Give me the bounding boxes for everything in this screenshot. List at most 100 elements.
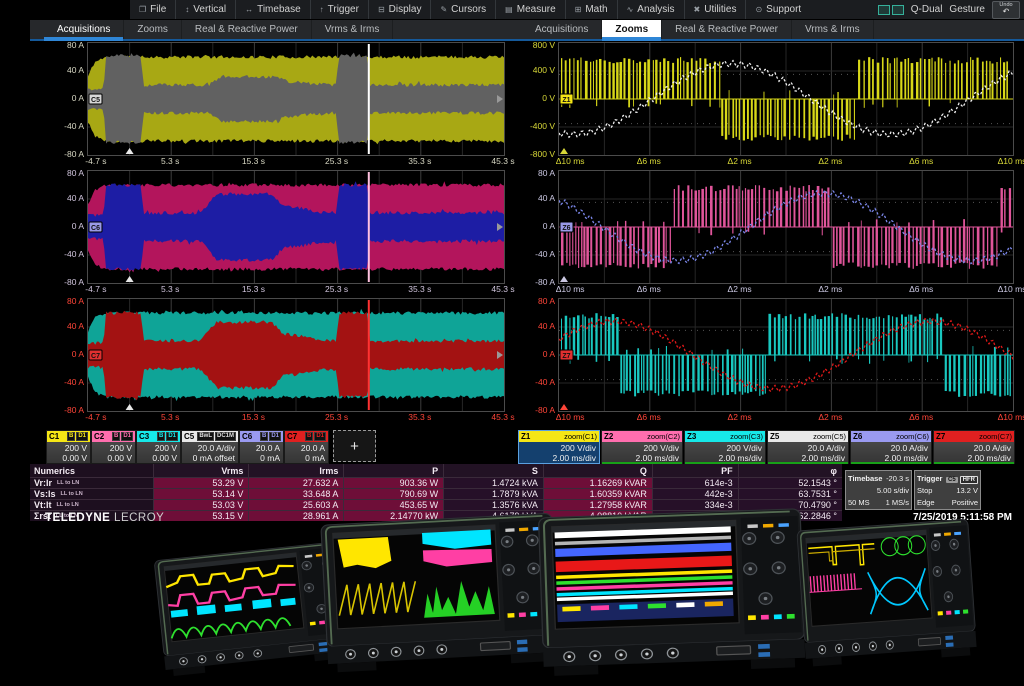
channel-value: 20.0 A <box>301 443 325 453</box>
menu-item-measure[interactable]: ▤Measure <box>495 0 564 19</box>
channel-value: 200 V <box>65 443 87 453</box>
zoom-header: Z2zoom(C2) <box>602 431 682 442</box>
x-axis-labels: Δ10 msΔ6 msΔ2 msΔ2 msΔ6 msΔ10 ms <box>558 282 1012 296</box>
y-tick-label: -40 A <box>535 249 555 259</box>
zoom-box-z3[interactable]: Z3zoom(C3)200 V/div2.00 ms/div <box>684 430 766 464</box>
y-axis-labels: 800 V400 V0 V-400 V-800 V <box>514 42 558 154</box>
zoom-box-z7[interactable]: Z7zoom(C7)20.0 A/div2.00 ms/div <box>933 430 1015 464</box>
utilities-icon: ✖ <box>694 5 701 14</box>
vertical-icon: ↕ <box>185 5 189 14</box>
acquisition-plot-c1-c5[interactable]: C5 <box>87 42 505 156</box>
y-axis-labels: 80 A40 A0 A-40 A-80 A <box>45 298 87 410</box>
y-tick-label: 80 A <box>67 168 84 178</box>
channel-box-c1[interactable]: C1BD1200 V0.00 V <box>46 430 91 464</box>
numerics-value: 1.16269 kVAR <box>543 478 652 488</box>
undo-button[interactable]: Undo ↶ <box>992 1 1020 19</box>
trigger-source-badge: HFR <box>960 476 978 484</box>
menu-item-timebase[interactable]: ↔Timebase <box>235 0 310 19</box>
y-tick-label: -80 A <box>535 405 555 415</box>
add-trace-button[interactable]: + <box>333 430 376 462</box>
tab-vrms-irms[interactable]: Vrms & Irms <box>312 20 394 39</box>
channel-id: C5 <box>184 432 194 441</box>
menu-item-cursors[interactable]: ✎Cursors <box>430 0 495 19</box>
numerics-value: 33.648 A <box>248 489 343 499</box>
numerics-value: 1.27958 kVAR <box>543 500 652 510</box>
menu-item-label: File <box>150 4 166 15</box>
trigger-icon: ↑ <box>320 5 324 14</box>
y-tick-label: 40 A <box>67 321 84 331</box>
menu-item-support[interactable]: ⊙Support <box>745 0 810 19</box>
menu-item-analysis[interactable]: ∿Analysis <box>617 0 684 19</box>
y-axis-labels: 80 A40 A0 A-40 A-80 A <box>45 42 87 154</box>
oscilloscope-screen: ❐ File ↕Vertical↔Timebase↑Trigger⊟Display✎… <box>0 0 1024 686</box>
zoom-box-z2[interactable]: Z2zoom(C2)200 V/div2.00 ms/div <box>601 430 683 464</box>
numerics-value: 52.1543 ° <box>738 478 842 488</box>
acquisition-plot-c2-c6[interactable]: C6 <box>87 170 505 284</box>
zoom-value: 200 V/div <box>644 443 679 453</box>
menu-item-file[interactable]: ❐ File <box>130 0 175 19</box>
zoom-header: Z1 zoom(C1) <box>519 431 599 442</box>
x-tick-label: Δ6 ms <box>909 156 933 166</box>
acquisition-plot-c3-c7[interactable]: C7 <box>87 298 505 412</box>
tab-zooms[interactable]: Zooms <box>124 20 182 39</box>
numerics-row-vsis: Vs:IsLL to LN53.14 V33.648 A790.69 W1.78… <box>30 488 842 499</box>
undo-icon: ↶ <box>1003 8 1010 16</box>
channel-badge: BwL <box>197 432 214 441</box>
menu-item-display[interactable]: ⊟Display <box>368 0 431 19</box>
tab-real-reactive-power[interactable]: Real & Reactive Power <box>662 20 792 39</box>
zoom-source: zoom(C1) <box>564 432 597 441</box>
zoom-value: 2.00 ms/div <box>636 453 679 463</box>
tab-acquisitions[interactable]: Acquisitions <box>44 20 124 39</box>
q-dual-label[interactable]: Q-Dual <box>911 4 943 15</box>
y-tick-label: -40 A <box>64 121 84 131</box>
file-icon: ❐ <box>139 5 146 14</box>
zoom-value: 20.0 A/div <box>808 443 845 453</box>
channel-value: 0.00 V <box>107 453 132 463</box>
y-tick-label: -80 A <box>64 149 84 159</box>
numerics-col-header: P <box>343 464 443 477</box>
numerics-value: 442e-3 <box>652 489 738 499</box>
y-tick-label: -40 A <box>535 377 555 387</box>
zoom-value: 2.00 ms/div <box>885 453 928 463</box>
channel-box-c5[interactable]: C5BwLDC1M20.0 A/div0 mA offset <box>181 430 239 464</box>
zoom-box-z6[interactable]: Z6zoom(C6)20.0 A/div2.00 ms/div <box>850 430 932 464</box>
x-tick-label: Δ2 ms <box>728 156 752 166</box>
tab-zooms[interactable]: Zooms <box>602 20 662 39</box>
zoom-plot-z1-z5[interactable]: Z1 <box>558 42 1014 156</box>
x-tick-label: Δ10 ms <box>998 156 1024 166</box>
channel-box-c7[interactable]: C7BD120.0 A0 mA <box>284 430 329 464</box>
channel-box-c3[interactable]: C3BD1200 V0.00 V <box>136 430 181 464</box>
tab-vrms-irms[interactable]: Vrms & Irms <box>792 20 874 39</box>
tab-real-reactive-power[interactable]: Real & Reactive Power <box>182 20 312 39</box>
menu-item-math[interactable]: ⊞Math <box>565 0 617 19</box>
gesture-label[interactable]: Gesture <box>949 4 985 15</box>
x-axis-labels: Δ10 msΔ6 msΔ2 msΔ2 msΔ6 msΔ10 ms <box>558 410 1012 424</box>
zoom-box-z5[interactable]: Z5zoom(C5)20.0 A/div2.00 ms/div <box>767 430 849 464</box>
analysis-icon: ∿ <box>627 5 634 14</box>
channel-header: C2BD1 <box>92 431 135 442</box>
zoom-box-z1[interactable]: Z1zoom(C1)200 V/div2.00 ms/div <box>518 430 600 464</box>
timebase-box[interactable]: Timebase-20.3 s 5.00 s/div 50 MS1 MS/s <box>845 470 912 510</box>
teledyne-lecroy-logo: TELEDYNE LECROY <box>45 512 164 524</box>
svg-text:C6: C6 <box>91 225 100 232</box>
trigger-badges: C5HFR <box>944 474 978 483</box>
zoom-header: Z7zoom(C7) <box>934 431 1014 442</box>
menu-item-label: Support <box>766 4 801 15</box>
menu-item-trigger[interactable]: ↑Trigger <box>310 0 368 19</box>
zoom-plot-z3-z7[interactable]: Z7 <box>558 298 1014 412</box>
menu-items: ❐ File ↕Vertical↔Timebase↑Trigger⊟Display✎… <box>130 0 810 19</box>
channel-box-c6[interactable]: C6BD120.0 A0 mA <box>239 430 284 464</box>
trigger-box[interactable]: TriggerC5HFR Stop13.2 V EdgePositive <box>914 470 981 510</box>
numerics-col-header: Irms <box>248 464 343 477</box>
menu-item-utilities[interactable]: ✖Utilities <box>684 0 746 19</box>
numerics-value: 453.65 W <box>343 500 443 510</box>
zoom-value: 2.00 ms/div <box>968 453 1011 463</box>
tab-acquisitions[interactable]: Acquisitions <box>522 20 602 39</box>
channel-box-c2[interactable]: C2BD1200 V0.00 V <box>91 430 136 464</box>
y-axis-labels: 80 A40 A0 A-40 A-80 A <box>514 298 558 410</box>
numerics-row-vrir: Vr:IrLL to LN53.29 V27.632 A903.36 W1.47… <box>30 477 842 488</box>
menu-item-vertical[interactable]: ↕Vertical <box>175 0 235 19</box>
channel-badge: B <box>67 432 75 441</box>
zoom-plot-z2-z6[interactable]: Z6 <box>558 170 1014 284</box>
zoom-id: Z1 <box>521 432 530 441</box>
